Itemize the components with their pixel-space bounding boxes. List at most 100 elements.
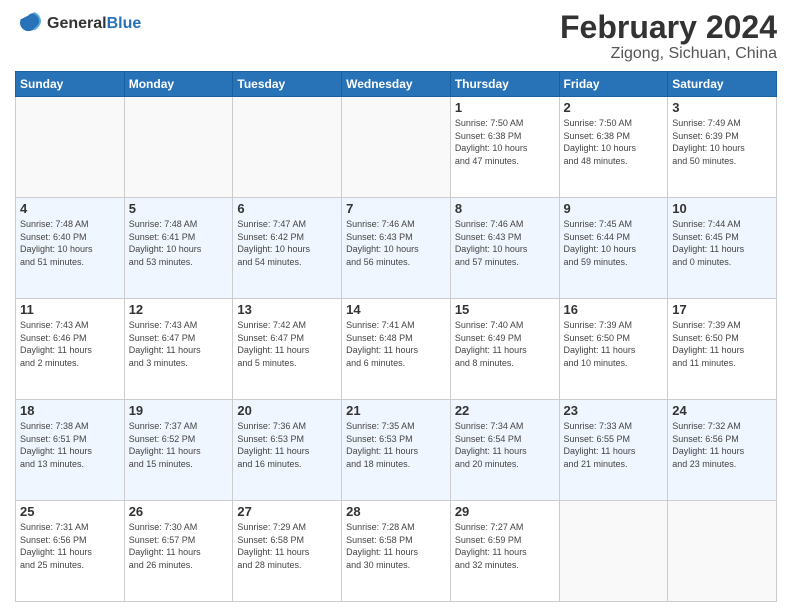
logo-text: GeneralBlue (47, 15, 141, 33)
table-row: 26 Sunrise: 7:30 AM Sunset: 6:57 PM Dayli… (124, 501, 233, 602)
day-info: Sunrise: 7:46 AM Sunset: 6:43 PM Dayligh… (346, 218, 446, 268)
table-row: 14 Sunrise: 7:41 AM Sunset: 6:48 PM Dayli… (342, 299, 451, 400)
col-monday: Monday (124, 72, 233, 97)
table-row: 12Sunrise: 7:43 AM Sunset: 6:47 PM Dayli… (124, 299, 233, 400)
day-number: 20 (237, 403, 337, 418)
table-row: 4 Sunrise: 7:48 AM Sunset: 6:40 PM Daylig… (16, 198, 125, 299)
table-row (124, 97, 233, 198)
day-number: 2 (564, 100, 664, 115)
table-row: 16 Sunrise: 7:39 AM Sunset: 6:50 PM Dayli… (559, 299, 668, 400)
calendar-table: Sunday Monday Tuesday Wednesday Thursday… (15, 71, 777, 602)
day-info: Sunrise: 7:46 AM Sunset: 6:43 PM Dayligh… (455, 218, 555, 268)
day-info: Sunrise: 7:28 AM Sunset: 6:58 PM Dayligh… (346, 521, 446, 571)
day-number: 15 (455, 302, 555, 317)
day-number: 12 (129, 302, 229, 317)
day-number: 9 (564, 201, 664, 216)
day-number: 19 (129, 403, 229, 418)
day-info: Sunrise: 7:44 AM Sunset: 6:45 PM Dayligh… (672, 218, 772, 268)
day-number: 21 (346, 403, 446, 418)
table-row: 23Sunrise: 7:33 AM Sunset: 6:55 PM Dayli… (559, 400, 668, 501)
day-number: 16 (564, 302, 664, 317)
day-number: 17 (672, 302, 772, 317)
calendar-subtitle: Zigong, Sichuan, China (560, 45, 777, 63)
day-number: 24 (672, 403, 772, 418)
day-info: Sunrise: 7:45 AM Sunset: 6:44 PM Dayligh… (564, 218, 664, 268)
day-number: 18 (20, 403, 120, 418)
logo-icon (15, 10, 43, 38)
calendar-page: GeneralBlue February 2024 Zigong, Sichua… (0, 0, 792, 612)
day-number: 28 (346, 504, 446, 519)
table-row: 21 Sunrise: 7:35 AM Sunset: 6:53 PM Dayli… (342, 400, 451, 501)
day-info: Sunrise: 7:35 AM Sunset: 6:53 PM Dayligh… (346, 420, 446, 470)
day-number: 14 (346, 302, 446, 317)
week-row-0: 1Sunrise: 7:50 AM Sunset: 6:38 PM Daylig… (16, 97, 777, 198)
table-row: 9 Sunrise: 7:45 AM Sunset: 6:44 PM Daylig… (559, 198, 668, 299)
col-friday: Friday (559, 72, 668, 97)
week-row-1: 4 Sunrise: 7:48 AM Sunset: 6:40 PM Daylig… (16, 198, 777, 299)
day-number: 3 (672, 100, 772, 115)
table-row: 28 Sunrise: 7:28 AM Sunset: 6:58 PM Dayli… (342, 501, 451, 602)
table-row (342, 97, 451, 198)
table-row: 11 Sunrise: 7:43 AM Sunset: 6:46 PM Dayli… (16, 299, 125, 400)
col-thursday: Thursday (450, 72, 559, 97)
table-row: 17 Sunrise: 7:39 AM Sunset: 6:50 PM Dayli… (668, 299, 777, 400)
table-row (233, 97, 342, 198)
day-number: 13 (237, 302, 337, 317)
table-row: 19 Sunrise: 7:37 AM Sunset: 6:52 PM Dayli… (124, 400, 233, 501)
calendar-header-row: Sunday Monday Tuesday Wednesday Thursday… (16, 72, 777, 97)
table-row: 29Sunrise: 7:27 AM Sunset: 6:59 PM Dayli… (450, 501, 559, 602)
day-info: Sunrise: 7:50 AM Sunset: 6:38 PM Dayligh… (564, 117, 664, 167)
day-number: 29 (455, 504, 555, 519)
col-sunday: Sunday (16, 72, 125, 97)
table-row: 8Sunrise: 7:46 AM Sunset: 6:43 PM Daylig… (450, 198, 559, 299)
day-info: Sunrise: 7:39 AM Sunset: 6:50 PM Dayligh… (672, 319, 772, 369)
day-info: Sunrise: 7:50 AM Sunset: 6:38 PM Dayligh… (455, 117, 555, 167)
table-row: 3Sunrise: 7:49 AM Sunset: 6:39 PM Daylig… (668, 97, 777, 198)
day-info: Sunrise: 7:36 AM Sunset: 6:53 PM Dayligh… (237, 420, 337, 470)
col-tuesday: Tuesday (233, 72, 342, 97)
day-info: Sunrise: 7:42 AM Sunset: 6:47 PM Dayligh… (237, 319, 337, 369)
day-number: 10 (672, 201, 772, 216)
table-row (668, 501, 777, 602)
day-number: 4 (20, 201, 120, 216)
day-number: 22 (455, 403, 555, 418)
table-row: 10 Sunrise: 7:44 AM Sunset: 6:45 PM Dayli… (668, 198, 777, 299)
table-row: 6Sunrise: 7:47 AM Sunset: 6:42 PM Daylig… (233, 198, 342, 299)
table-row: 27 Sunrise: 7:29 AM Sunset: 6:58 PM Dayli… (233, 501, 342, 602)
day-info: Sunrise: 7:32 AM Sunset: 6:56 PM Dayligh… (672, 420, 772, 470)
day-number: 25 (20, 504, 120, 519)
table-row: 24 Sunrise: 7:32 AM Sunset: 6:56 PM Dayli… (668, 400, 777, 501)
header: GeneralBlue February 2024 Zigong, Sichua… (15, 10, 777, 63)
day-info: Sunrise: 7:33 AM Sunset: 6:55 PM Dayligh… (564, 420, 664, 470)
table-row: 13 Sunrise: 7:42 AM Sunset: 6:47 PM Dayli… (233, 299, 342, 400)
day-number: 27 (237, 504, 337, 519)
table-row: 22Sunrise: 7:34 AM Sunset: 6:54 PM Dayli… (450, 400, 559, 501)
day-info: Sunrise: 7:43 AM Sunset: 6:46 PM Dayligh… (20, 319, 120, 369)
day-info: Sunrise: 7:29 AM Sunset: 6:58 PM Dayligh… (237, 521, 337, 571)
day-number: 7 (346, 201, 446, 216)
day-info: Sunrise: 7:41 AM Sunset: 6:48 PM Dayligh… (346, 319, 446, 369)
table-row: 1Sunrise: 7:50 AM Sunset: 6:38 PM Daylig… (450, 97, 559, 198)
table-row: 2 Sunrise: 7:50 AM Sunset: 6:38 PM Daylig… (559, 97, 668, 198)
table-row: 25Sunrise: 7:31 AM Sunset: 6:56 PM Dayli… (16, 501, 125, 602)
logo: GeneralBlue (15, 10, 141, 38)
table-row: 7 Sunrise: 7:46 AM Sunset: 6:43 PM Daylig… (342, 198, 451, 299)
table-row: 18 Sunrise: 7:38 AM Sunset: 6:51 PM Dayli… (16, 400, 125, 501)
week-row-3: 18 Sunrise: 7:38 AM Sunset: 6:51 PM Dayli… (16, 400, 777, 501)
calendar-title: February 2024 (560, 10, 777, 45)
week-row-2: 11 Sunrise: 7:43 AM Sunset: 6:46 PM Dayli… (16, 299, 777, 400)
day-info: Sunrise: 7:30 AM Sunset: 6:57 PM Dayligh… (129, 521, 229, 571)
day-info: Sunrise: 7:38 AM Sunset: 6:51 PM Dayligh… (20, 420, 120, 470)
week-row-4: 25Sunrise: 7:31 AM Sunset: 6:56 PM Dayli… (16, 501, 777, 602)
day-info: Sunrise: 7:37 AM Sunset: 6:52 PM Dayligh… (129, 420, 229, 470)
col-saturday: Saturday (668, 72, 777, 97)
day-number: 11 (20, 302, 120, 317)
day-info: Sunrise: 7:48 AM Sunset: 6:40 PM Dayligh… (20, 218, 120, 268)
day-info: Sunrise: 7:39 AM Sunset: 6:50 PM Dayligh… (564, 319, 664, 369)
day-number: 26 (129, 504, 229, 519)
table-row (559, 501, 668, 602)
table-row: 15Sunrise: 7:40 AM Sunset: 6:49 PM Dayli… (450, 299, 559, 400)
day-info: Sunrise: 7:47 AM Sunset: 6:42 PM Dayligh… (237, 218, 337, 268)
title-block: February 2024 Zigong, Sichuan, China (560, 10, 777, 63)
day-number: 5 (129, 201, 229, 216)
